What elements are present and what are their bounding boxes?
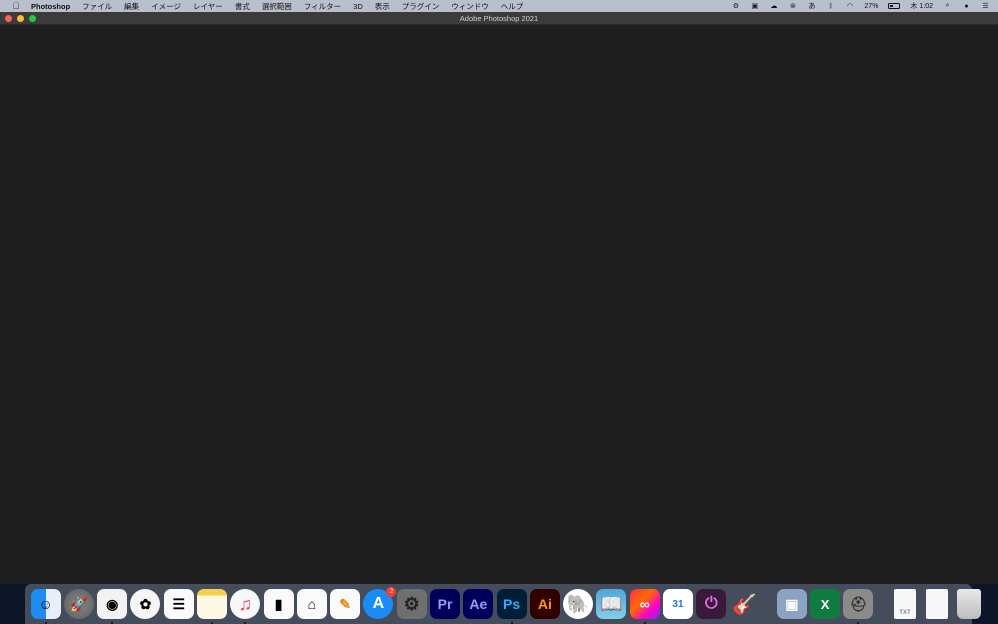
menu-bar:  Photoshop ファイル 編集 イメージ レイヤー 書式 選択範囲 フィ… [0, 0, 998, 12]
garageband-icon: 🎸 [732, 593, 757, 616]
menu-view[interactable]: 表示 [375, 1, 390, 12]
dock-item-after-effects[interactable]: Ae [463, 589, 494, 619]
input-method-icon[interactable]: あ [807, 2, 816, 10]
preview-icon: ▣ [785, 595, 799, 612]
launchpad-icon: 🚀 [70, 595, 88, 612]
pages-icon: ✎ [339, 595, 352, 612]
dock-item-illustrator[interactable]: Ai [529, 589, 560, 619]
dock-item-text-file[interactable]: TXT [894, 589, 917, 619]
numbers-icon: ▮ [274, 595, 283, 612]
premiere-pro-icon: Pr [437, 596, 453, 612]
menu-edit[interactable]: 編集 [124, 1, 139, 12]
dock-item-excel[interactable]: X [810, 589, 841, 619]
calendar-icon: 31 [672, 598, 684, 610]
wifi-icon[interactable]: ◠ [845, 2, 854, 10]
menu-file[interactable]: ファイル [82, 1, 112, 12]
dock-item-notes[interactable] [197, 589, 228, 624]
dock-item-calendar[interactable]: 31 [662, 589, 693, 619]
notification-center-icon[interactable]: ☰ [981, 2, 990, 10]
battery-level [890, 5, 893, 7]
menu-filter[interactable]: フィルター [304, 1, 341, 12]
dock-item-system-preferences[interactable]: ⚙ [396, 589, 427, 619]
menu-help[interactable]: ヘルプ [501, 1, 524, 12]
music-icon: ♫ [238, 593, 253, 614]
menu-select[interactable]: 選択範囲 [262, 1, 292, 12]
dock-item-music[interactable]: ♫ [230, 589, 261, 624]
keynote-icon: ⌂ [307, 596, 317, 612]
chrome-icon: ◉ [106, 595, 119, 612]
dock-item-photos[interactable]: ✿ [130, 589, 161, 619]
dock-item-launchpad[interactable]: 🚀 [63, 589, 94, 619]
photos-icon: ✿ [139, 595, 152, 612]
menu-image[interactable]: イメージ [151, 1, 181, 12]
control-toggle-icon[interactable]: ⚙ [731, 2, 740, 10]
menu-3d[interactable]: 3D [353, 2, 363, 11]
system-preferences-icon: ⚙ [403, 593, 420, 614]
dock-item-creative-cloud[interactable]: ∞ [629, 589, 660, 624]
menu-type[interactable]: 書式 [235, 1, 250, 12]
photoshop-window: Adobe Photoshop 2021 [0, 12, 998, 584]
dock-item-finder[interactable]: ☺ [30, 589, 61, 624]
finder-icon: ☺ [38, 596, 53, 612]
creative-cloud-menu-icon[interactable]: ⊛ [788, 2, 797, 10]
dock-item-app-store[interactable]: A2 [363, 587, 397, 619]
menu-window[interactable]: ウィンドウ [451, 1, 489, 12]
dock-item-premiere-pro[interactable]: Pr [430, 589, 461, 619]
dock: ☺ 🚀 ◉ ✿ ☰ ♫ ▮ ⌂ ✎ A 2 ⚙ Pr Ae Ps Ai 🐘 📖 ∞ 31 ⏻ 🎸 ▣ X ⛑ TXT [25, 584, 982, 624]
photoshop-icon: Ps [503, 596, 521, 612]
notification-badge: 2 [386, 587, 397, 597]
creative-cloud-icon: ∞ [639, 596, 650, 612]
workspace-area[interactable] [0, 25, 998, 584]
shield-icon[interactable]: ▣ [750, 2, 759, 10]
excel-icon: X [820, 596, 830, 612]
dock-item-keynote[interactable]: ⌂ [296, 589, 327, 619]
kindle-icon: 📖 [600, 593, 623, 614]
battery-percent: 27% [864, 2, 879, 10]
cloud-icon[interactable]: ☁ [769, 2, 778, 10]
evernote-icon: 🐘 [566, 593, 590, 614]
status-area: ⚙ ▣ ☁ ⊛ あ ᛒ ◠ 27% 木 1:02 ⌕ ● ☰ [731, 0, 990, 12]
dock-item-pages[interactable]: ✎ [330, 589, 361, 619]
power-icon: ⏻ [704, 595, 718, 612]
dock-item-preview[interactable]: ▣ [776, 589, 807, 619]
apple-menu-icon[interactable]:  [10, 1, 22, 11]
menu-layer[interactable]: レイヤー [193, 1, 223, 12]
bluetooth-icon[interactable]: ᛒ [826, 2, 835, 10]
menu-app-name[interactable]: Photoshop [31, 2, 70, 11]
dock-item-evernote[interactable]: 🐘 [563, 589, 594, 619]
dock-item-power[interactable]: ⏻ [696, 589, 727, 619]
disk-utility-icon: ⛑ [849, 595, 868, 612]
dock-item-document[interactable] [926, 589, 949, 619]
reminders-icon: ☰ [172, 595, 186, 612]
text-file-icon: TXT [899, 610, 911, 616]
menu-plugins[interactable]: プラグイン [402, 1, 440, 12]
window-titlebar[interactable]: Adobe Photoshop 2021 [0, 12, 998, 25]
dock-item-reminders[interactable]: ☰ [163, 589, 194, 619]
siri-icon[interactable]: ● [962, 2, 971, 10]
illustrator-icon: Ai [537, 596, 552, 612]
dock-item-garageband[interactable]: 🎸 [730, 589, 760, 619]
dock-item-trash[interactable] [957, 589, 982, 619]
spotlight-search-icon[interactable]: ⌕ [943, 2, 952, 10]
app-store-icon: A [372, 595, 385, 612]
window-title: Adobe Photoshop 2021 [459, 14, 539, 23]
dock-item-chrome[interactable]: ◉ [97, 589, 128, 624]
after-effects-icon: Ae [469, 596, 488, 612]
clock[interactable]: 木 1:02 [910, 1, 933, 11]
dock-item-kindle[interactable]: 📖 [596, 589, 627, 619]
dock-item-numbers[interactable]: ▮ [263, 589, 294, 619]
battery-icon[interactable] [888, 3, 901, 9]
dock-item-disk-utility[interactable]: ⛑ [843, 589, 874, 624]
dock-item-photoshop[interactable]: Ps [496, 589, 527, 624]
